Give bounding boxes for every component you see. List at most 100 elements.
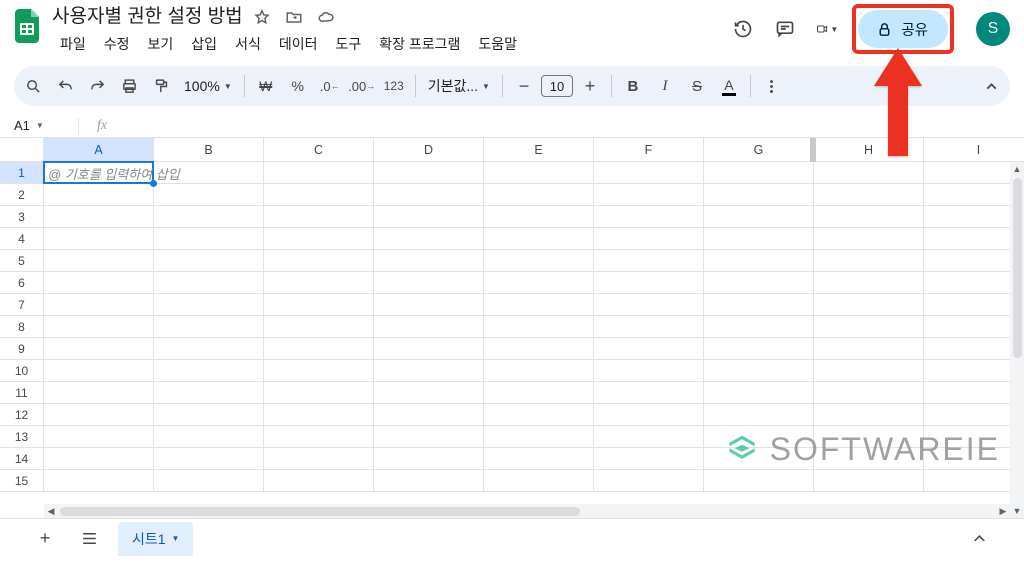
cell[interactable] [594,382,704,404]
cell[interactable] [44,294,154,316]
cell[interactable] [374,272,484,294]
cell[interactable] [594,404,704,426]
cell[interactable] [594,338,704,360]
cell[interactable] [374,294,484,316]
cell[interactable] [814,404,924,426]
cell[interactable] [154,470,264,492]
cell[interactable] [374,162,484,184]
cell[interactable] [594,184,704,206]
menu-file[interactable]: 파일 [52,32,94,56]
cell[interactable] [484,470,594,492]
column-header[interactable]: E [484,138,594,162]
cell[interactable] [374,316,484,338]
cell[interactable] [924,360,1024,382]
row-header[interactable]: 4 [0,228,44,250]
column-header[interactable]: G [704,138,814,162]
select-all-corner[interactable] [0,138,44,162]
cell[interactable] [594,206,704,228]
cell[interactable] [814,272,924,294]
star-icon[interactable] [253,8,271,26]
collapse-toolbar-icon[interactable] [976,71,1006,101]
cell[interactable] [924,294,1024,316]
cell[interactable] [264,426,374,448]
cell[interactable] [924,338,1024,360]
move-folder-icon[interactable] [285,8,303,26]
more-formats-icon[interactable]: 123 [379,71,409,101]
cell[interactable] [924,448,1024,470]
cell[interactable] [154,316,264,338]
cell[interactable] [264,448,374,470]
cell[interactable] [264,162,374,184]
cell[interactable] [264,206,374,228]
vertical-scroll-thumb[interactable] [1013,178,1022,358]
cell[interactable] [374,250,484,272]
cell[interactable] [484,228,594,250]
column-header[interactable]: I [924,138,1024,162]
cell[interactable] [484,448,594,470]
cell[interactable] [484,162,594,184]
document-title[interactable]: 사용자별 권한 설정 방법 [52,6,243,28]
cell[interactable] [704,338,814,360]
row-header[interactable]: 10 [0,360,44,382]
row-header[interactable]: 8 [0,316,44,338]
column-freeze-handle[interactable] [810,138,816,162]
cell[interactable] [484,382,594,404]
share-button[interactable]: 공유 [858,10,948,48]
row-header[interactable]: 13 [0,426,44,448]
cell[interactable] [374,382,484,404]
cell[interactable] [484,338,594,360]
menu-data[interactable]: 데이터 [271,32,326,56]
cell[interactable] [594,162,704,184]
cell[interactable] [704,316,814,338]
cell[interactable] [594,426,704,448]
cell[interactable] [44,228,154,250]
cell[interactable] [374,228,484,250]
cell[interactable] [924,316,1024,338]
cell[interactable] [924,470,1024,492]
cell[interactable] [594,228,704,250]
cell[interactable] [814,184,924,206]
cell[interactable] [924,184,1024,206]
scroll-right-icon[interactable]: ▶ [996,506,1010,517]
cell[interactable] [484,184,594,206]
cell[interactable] [374,184,484,206]
cell[interactable] [924,206,1024,228]
cell[interactable] [814,448,924,470]
cell[interactable] [154,184,264,206]
text-color-icon[interactable]: A [714,71,744,101]
cell[interactable] [484,206,594,228]
cell[interactable] [44,272,154,294]
decrease-font-size-icon[interactable]: − [509,71,539,101]
row-header[interactable]: 1 [0,162,44,184]
cell[interactable] [814,316,924,338]
cell[interactable] [154,404,264,426]
column-header[interactable]: H [814,138,924,162]
account-avatar[interactable]: S [976,12,1010,46]
cell[interactable] [594,294,704,316]
cell[interactable] [594,250,704,272]
cell[interactable] [44,250,154,272]
search-menus-icon[interactable] [18,71,48,101]
sheet-tab-active[interactable]: 시트1▼ [118,522,193,556]
menu-format[interactable]: 서식 [227,32,269,56]
cell[interactable] [374,470,484,492]
cell[interactable] [704,250,814,272]
column-header[interactable]: D [374,138,484,162]
cell[interactable] [154,338,264,360]
cell[interactable] [924,162,1024,184]
cell[interactable] [704,294,814,316]
menu-view[interactable]: 보기 [140,32,182,56]
cell[interactable] [374,426,484,448]
history-icon[interactable] [732,18,754,40]
cell[interactable] [264,316,374,338]
menu-extensions[interactable]: 확장 프로그램 [371,32,468,56]
cell[interactable] [814,228,924,250]
cell[interactable] [154,272,264,294]
cell[interactable] [484,316,594,338]
cell[interactable] [704,162,814,184]
bold-icon[interactable]: B [618,71,648,101]
cell[interactable] [264,382,374,404]
all-sheets-button[interactable] [74,524,104,554]
row-header[interactable]: 6 [0,272,44,294]
cell[interactable] [154,360,264,382]
